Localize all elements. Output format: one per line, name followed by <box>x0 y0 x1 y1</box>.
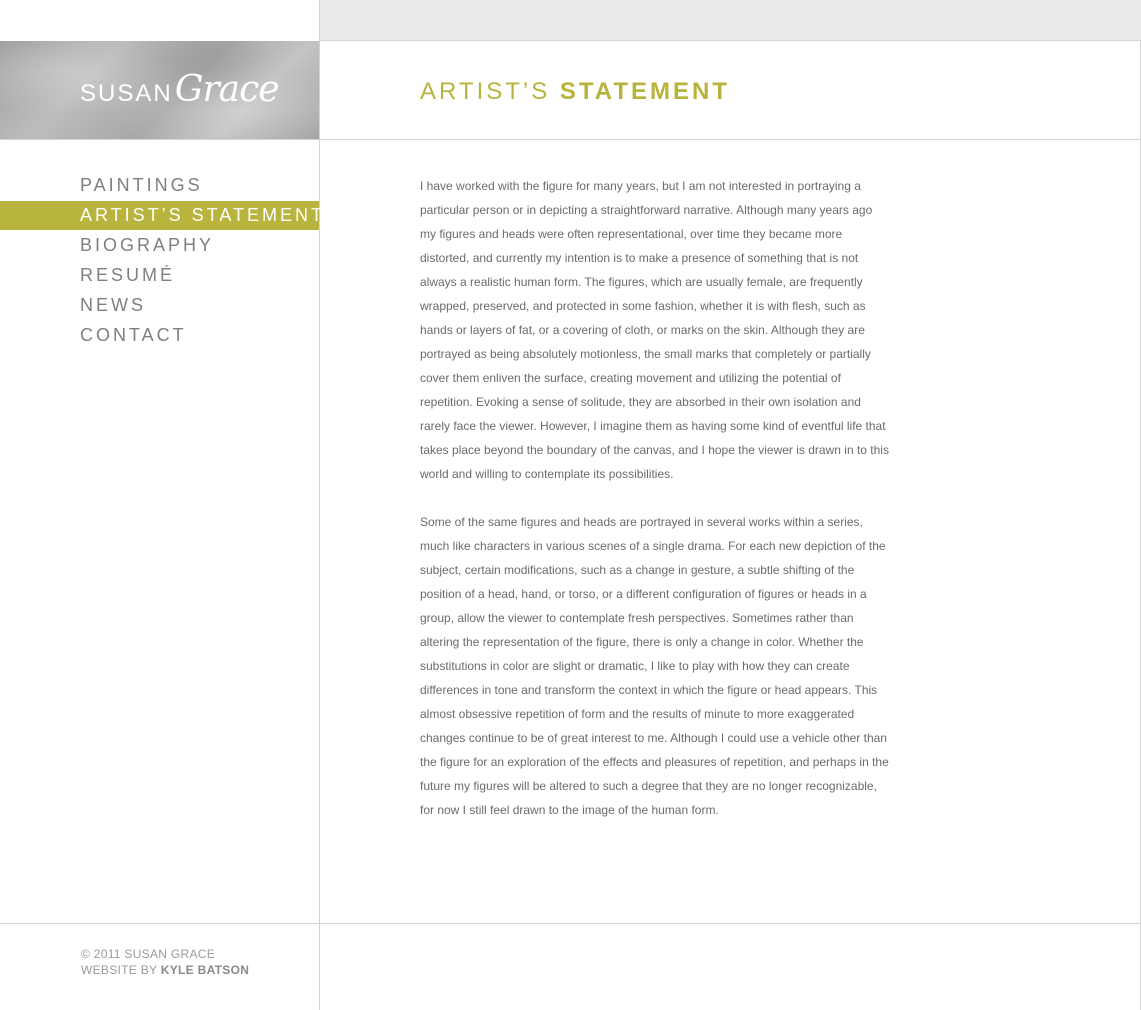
page-title: ARTIST’S STATEMENT <box>420 78 730 106</box>
main-nav: PAINTINGS ARTIST’S STATEMENT BIOGRAPHY R… <box>0 170 322 350</box>
page-title-light: ARTIST’S <box>420 78 551 105</box>
credit-line: WEBSITE BY KYLE BATSON <box>81 962 249 978</box>
logo-banner[interactable]: SUSANGrace <box>0 41 319 140</box>
site-footer: © 2011 SUSAN GRACE WEBSITE BY KYLE BATSO… <box>81 946 249 978</box>
nav-item-paintings[interactable]: PAINTINGS <box>0 170 319 200</box>
nav-item-artists-statement[interactable]: ARTIST’S STATEMENT <box>0 201 322 230</box>
nav-item-news[interactable]: NEWS <box>0 290 319 320</box>
statement-paragraph: Some of the same figures and heads are p… <box>420 515 889 817</box>
top-banner-strip <box>320 0 1141 41</box>
nav-item-biography[interactable]: BIOGRAPHY <box>0 230 319 260</box>
copyright-text: © 2011 SUSAN GRACE <box>81 947 216 961</box>
column-divider-left <box>319 0 320 1010</box>
credit-prefix: WEBSITE BY <box>81 963 158 977</box>
logo-last-name: Grace <box>174 69 280 110</box>
credit-link[interactable]: KYLE BATSON <box>161 963 249 977</box>
logo-first-name: SUSAN <box>80 80 173 107</box>
statement-paragraph: I have worked with the figure for many y… <box>420 179 889 481</box>
footer-divider <box>0 923 1141 924</box>
nav-item-resume[interactable]: RESUMÉ <box>0 260 319 290</box>
page-title-bold: STATEMENT <box>559 78 731 105</box>
header-divider <box>0 139 1141 140</box>
nav-item-contact[interactable]: CONTACT <box>0 320 319 350</box>
statement-body: I have worked with the figure for many y… <box>420 174 890 846</box>
site-logo[interactable]: SUSANGrace <box>80 69 280 110</box>
